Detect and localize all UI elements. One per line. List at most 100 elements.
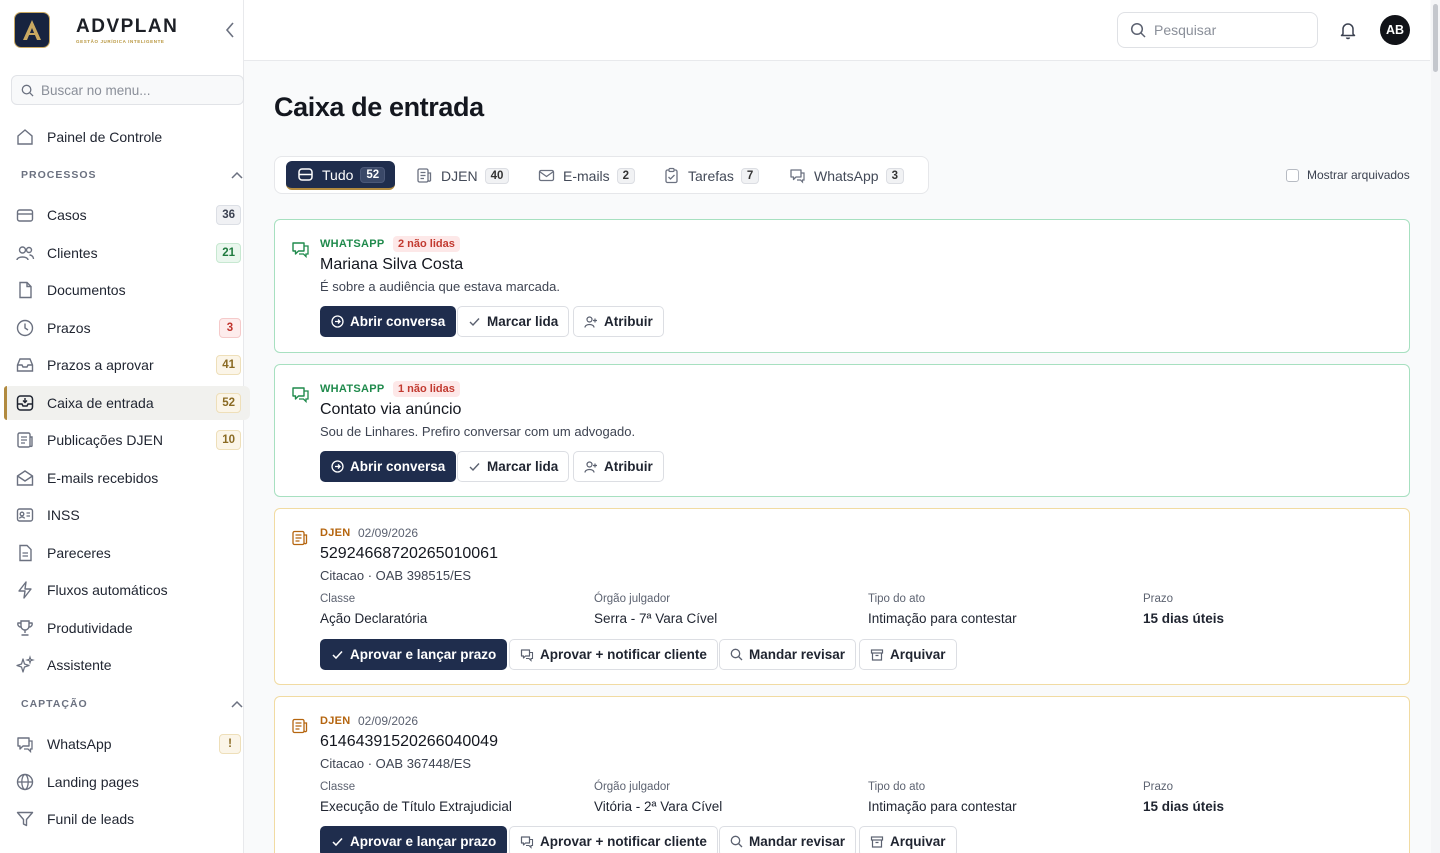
document-icon xyxy=(14,279,36,301)
funnel-icon xyxy=(14,808,36,830)
nav-item-landing-pages[interactable]: Landing pages xyxy=(4,765,250,799)
inbox-item-whatsapp[interactable]: WHATSAPP 2 não lidas Mariana Silva Costa… xyxy=(274,219,1410,353)
nav-item-whatsapp[interactable]: WhatsApp ! xyxy=(4,727,250,761)
page-scrollbar[interactable] xyxy=(1431,0,1440,853)
page-title: Caixa de entrada xyxy=(274,92,484,122)
nav-badge: 10 xyxy=(216,430,241,450)
tab-count: 40 xyxy=(484,167,510,184)
collapse-sidebar-button[interactable] xyxy=(221,20,239,40)
mark-read-button[interactable]: Marcar lida xyxy=(457,451,570,482)
global-search[interactable] xyxy=(1117,12,1318,48)
check-icon xyxy=(468,460,481,473)
open-conversation-button[interactable]: Abrir conversa xyxy=(320,306,457,337)
approve-notify-button[interactable]: Aprovar + notificar cliente xyxy=(509,639,718,670)
archive-button[interactable]: Arquivar xyxy=(859,826,957,853)
field-tipo: Tipo do ato Intimação para contestar xyxy=(868,593,1017,626)
sparkles-icon xyxy=(14,654,36,676)
nav-item-inss[interactable]: INSS xyxy=(4,498,250,532)
menu-search-input[interactable] xyxy=(41,82,221,98)
chevron-up-icon xyxy=(231,171,243,179)
file-text-icon xyxy=(14,542,36,564)
open-conversation-button[interactable]: Abrir conversa xyxy=(320,451,457,482)
tab-tudo[interactable]: Tudo 52 xyxy=(286,161,396,190)
inbox-item-djen[interactable]: DJEN 02/09/2026 61464391520266040049 Cit… xyxy=(274,696,1410,853)
globe-icon xyxy=(14,771,36,793)
sidebar: ADVPLAN GESTÃO JURÍDICA INTELIGENTE Pain… xyxy=(0,0,250,853)
inbox-item-djen[interactable]: DJEN 02/09/2026 52924668720265010061 Cit… xyxy=(274,508,1410,685)
nav-item-prazos[interactable]: Prazos 3 xyxy=(4,311,250,345)
tab-whatsapp[interactable]: WhatsApp 3 xyxy=(778,161,914,190)
assign-button[interactable]: Atribuir xyxy=(573,306,664,337)
item-type: WHATSAPP xyxy=(320,238,385,250)
nav-item-prazos-a-aprovar[interactable]: Prazos a aprovar 41 xyxy=(4,348,250,382)
send-review-button[interactable]: Mandar revisar xyxy=(719,826,857,853)
tab-tarefas[interactable]: Tarefas 7 xyxy=(652,161,769,190)
tab-emails[interactable]: E-mails 2 xyxy=(527,161,645,190)
notifications-button[interactable] xyxy=(1338,20,1358,40)
user-plus-icon xyxy=(584,315,598,329)
nav-item-produtividade[interactable]: Produtividade xyxy=(4,611,250,645)
inbox-item-whatsapp[interactable]: WHATSAPP 1 não lidas Contato via anúncio… xyxy=(274,364,1410,497)
unread-badge: 1 não lidas xyxy=(393,381,460,397)
item-date: 02/09/2026 xyxy=(358,526,419,540)
approve-notify-button[interactable]: Aprovar + notificar cliente xyxy=(509,826,718,853)
nav-badge: 3 xyxy=(219,318,241,338)
scrollbar-thumb[interactable] xyxy=(1433,4,1438,72)
nav-item-funil-de-leads[interactable]: Funil de leads xyxy=(4,802,250,836)
nav-label: Painel de Controle xyxy=(47,129,163,145)
clipboard-icon xyxy=(662,167,680,185)
item-date: 02/09/2026 xyxy=(358,714,419,728)
search-icon xyxy=(730,648,743,661)
tab-djen[interactable]: DJEN 40 xyxy=(405,161,519,190)
newspaper-icon xyxy=(415,167,433,185)
item-subtitle: Citacao · OAB 398515/ES xyxy=(320,568,472,583)
approve-button[interactable]: Aprovar e lançar prazo xyxy=(320,639,508,670)
item-message: É sobre a audiência que estava marcada. xyxy=(320,279,560,294)
arrow-circle-icon xyxy=(331,315,344,328)
chat-icon xyxy=(788,167,806,185)
item-title: Contato via anúncio xyxy=(320,401,462,418)
send-review-button[interactable]: Mandar revisar xyxy=(719,639,857,670)
tab-count: 2 xyxy=(616,167,636,184)
brand[interactable]: ADVPLAN GESTÃO JURÍDICA INTELIGENTE xyxy=(14,12,178,48)
show-archived-toggle[interactable]: Mostrar arquivados xyxy=(1286,168,1410,182)
inbox-tabs: Tudo 52 DJEN 40 E-mails 2 Tarefas 7 What… xyxy=(274,156,929,194)
user-avatar[interactable]: AB xyxy=(1380,15,1410,45)
assign-button[interactable]: Atribuir xyxy=(573,451,664,482)
nav-item-emails-recebidos[interactable]: E-mails recebidos xyxy=(4,461,250,495)
topbar: AB xyxy=(244,0,1430,61)
chevron-left-icon xyxy=(225,22,234,38)
process-number: 52924668720265010061 xyxy=(320,545,498,562)
field-classe: Classe Execução de Título Extrajudicial xyxy=(320,781,512,814)
field-orgao: Órgão julgador Serra - 7ª Vara Cível xyxy=(594,593,718,626)
nav-item-documentos[interactable]: Documentos xyxy=(4,273,250,307)
nav-badge: ! xyxy=(219,734,241,754)
archive-icon xyxy=(870,835,884,849)
cases-icon xyxy=(14,204,36,226)
nav-badge: 36 xyxy=(216,205,241,225)
section-captacao-header[interactable]: CAPTAÇÃO xyxy=(21,698,243,710)
menu-search[interactable] xyxy=(11,75,244,105)
mark-read-button[interactable]: Marcar lida xyxy=(457,306,570,337)
archive-button[interactable]: Arquivar xyxy=(859,639,957,670)
nav-item-painel[interactable]: Painel de Controle xyxy=(4,120,250,154)
show-archived-checkbox[interactable] xyxy=(1286,168,1299,182)
search-icon xyxy=(730,835,743,848)
newspaper-icon xyxy=(14,429,36,451)
chat-icon xyxy=(520,648,534,662)
nav-item-assistente[interactable]: Assistente xyxy=(4,648,250,682)
global-search-input[interactable] xyxy=(1154,22,1304,38)
nav-item-publicacoes-djen[interactable]: Publicações DJEN 10 xyxy=(4,423,250,457)
inbox-tray-icon xyxy=(296,166,314,184)
users-icon xyxy=(14,242,36,264)
trophy-icon xyxy=(14,617,36,639)
chat-icon xyxy=(291,240,310,259)
nav-item-casos[interactable]: Casos 36 xyxy=(4,198,250,232)
nav-item-pareceres[interactable]: Pareceres xyxy=(4,536,250,570)
nav-item-caixa-de-entrada[interactable]: Caixa de entrada 52 xyxy=(4,386,250,420)
id-card-icon xyxy=(14,504,36,526)
nav-item-fluxos-automaticos[interactable]: Fluxos automáticos xyxy=(4,573,250,607)
approve-button[interactable]: Aprovar e lançar prazo xyxy=(320,826,508,853)
section-processos-header[interactable]: PROCESSOS xyxy=(21,169,243,181)
nav-item-clientes[interactable]: Clientes 21 xyxy=(4,236,250,270)
